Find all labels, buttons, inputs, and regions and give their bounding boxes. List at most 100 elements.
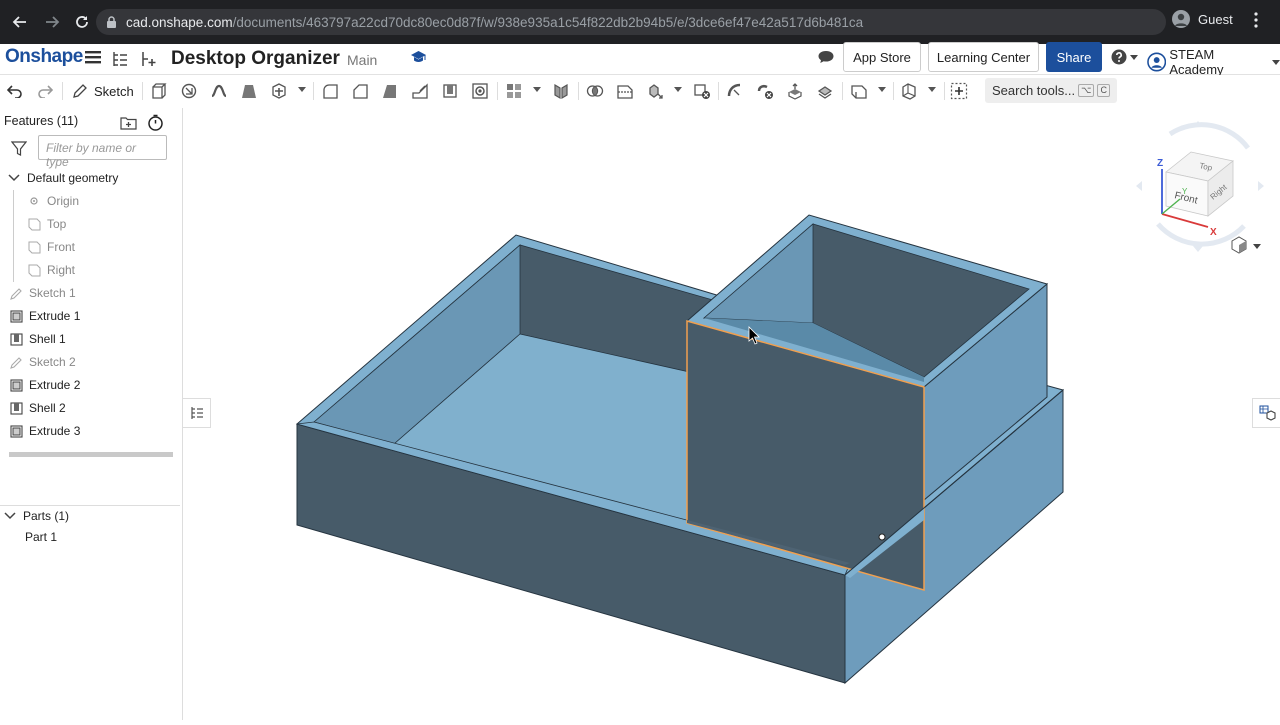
undo-icon[interactable] (5, 81, 25, 101)
feature-list-icon[interactable] (111, 50, 129, 73)
view-cube[interactable]: Top Front Right Z X Y (1136, 121, 1264, 252)
tree-label: Origin (47, 194, 80, 208)
draft-icon[interactable] (380, 81, 400, 101)
parts-folder[interactable]: Parts (1) (3, 509, 69, 523)
plane-icon[interactable] (849, 81, 869, 101)
tree-label: Extrude 2 (29, 378, 81, 392)
tree-label: Top (47, 217, 67, 231)
toolbar-divider (718, 82, 719, 100)
lock-icon (106, 15, 117, 29)
feature-right-plane[interactable]: Right (27, 263, 75, 277)
tree-label: Extrude 3 (29, 424, 81, 438)
comments-icon[interactable] (817, 49, 835, 70)
view-menu-icon[interactable] (1231, 236, 1261, 254)
extrude-icon[interactable] (149, 81, 169, 101)
move-face-icon[interactable] (785, 81, 805, 101)
feature-extrude-3[interactable]: Extrude 3 (9, 424, 80, 438)
workspace-branch[interactable]: Main (347, 52, 377, 68)
tree-label: Sketch 1 (29, 286, 76, 300)
chevron-down-icon[interactable] (674, 87, 682, 92)
chevron-down-icon (7, 171, 21, 185)
delete-part-icon[interactable] (692, 81, 712, 101)
default-geometry-folder[interactable]: Default geometry (7, 171, 118, 185)
rollback-bar[interactable] (9, 452, 173, 457)
tree-label: Default geometry (27, 171, 119, 185)
part-item[interactable]: Part 1 (25, 530, 57, 544)
extrude-icon (9, 309, 23, 323)
linear-pattern-icon[interactable] (504, 81, 524, 101)
browser-chrome: cad.onshape.com/documents/463797a22cd70d… (0, 0, 1280, 44)
feature-front-plane[interactable]: Front (27, 240, 75, 254)
pencil-icon (9, 355, 23, 369)
feature-origin[interactable]: Origin (27, 194, 79, 208)
feature-shell-1[interactable]: Shell 1 (9, 332, 66, 346)
sketch-button[interactable]: Sketch (66, 79, 140, 103)
filter-icon[interactable] (10, 141, 28, 161)
mirror-icon[interactable] (551, 81, 571, 101)
feature-extrude-2[interactable]: Extrude 2 (9, 378, 80, 392)
hole-icon[interactable] (470, 81, 490, 101)
toolbar-divider (578, 82, 579, 100)
toolbar-divider (497, 82, 498, 100)
extrude-icon (9, 378, 23, 392)
thicken-icon[interactable] (269, 81, 289, 101)
shell-icon[interactable] (440, 81, 460, 101)
browser-menu-icon[interactable] (1254, 12, 1258, 31)
add-folder-icon[interactable] (120, 115, 137, 135)
chevron-down-icon (1130, 54, 1138, 60)
vertex-point (878, 533, 886, 541)
filter-input[interactable]: Filter by name or type (38, 135, 167, 169)
feature-toolbar: Sketch Search tools... ⌥ C (0, 75, 1280, 108)
feature-shell-2[interactable]: Shell 2 (9, 401, 66, 415)
redo-icon[interactable] (35, 81, 55, 101)
document-title[interactable]: Desktop Organizer (171, 48, 340, 70)
chevron-down-icon[interactable] (928, 87, 936, 92)
rollback-timer-icon[interactable] (147, 114, 164, 136)
panel-divider (0, 505, 180, 506)
fillet-icon[interactable] (320, 81, 340, 101)
loft-icon[interactable] (239, 81, 259, 101)
chamfer-icon[interactable] (350, 81, 370, 101)
replace-face-icon[interactable] (815, 81, 835, 101)
app-store-button[interactable]: App Store (843, 42, 921, 72)
delete-face-icon[interactable] (755, 81, 775, 101)
address-bar[interactable]: cad.onshape.com/documents/463797a22cd70d… (96, 9, 1166, 35)
boolean-icon[interactable] (585, 81, 605, 101)
graphics-viewport[interactable]: Top Front Right Z X Y (184, 108, 1280, 720)
url-host: cad.onshape.com (126, 14, 233, 30)
back-icon[interactable] (6, 8, 34, 36)
account-name: STEAM Academy (1169, 47, 1224, 77)
profile-label: Guest (1198, 11, 1233, 27)
feature-sketch-2[interactable]: Sketch 2 (9, 355, 76, 369)
menu-icon[interactable] (85, 48, 101, 69)
split-icon[interactable] (615, 81, 635, 101)
feature-extrude-1[interactable]: Extrude 1 (9, 309, 80, 323)
onshape-logo[interactable]: Onshape (5, 46, 83, 68)
shell-icon (9, 332, 23, 346)
rib-icon[interactable] (410, 81, 430, 101)
account-menu[interactable]: STEAM Academy (1147, 47, 1280, 77)
feature-sketch-1[interactable]: Sketch 1 (9, 286, 76, 300)
graduation-cap-icon[interactable] (410, 50, 427, 70)
chevron-down-icon[interactable] (878, 87, 886, 92)
chevron-down-icon[interactable] (298, 87, 306, 92)
add-custom-feature-icon[interactable] (949, 81, 969, 101)
toolbar-divider (944, 82, 945, 100)
add-insert-icon[interactable] (139, 50, 157, 73)
help-menu[interactable] (1111, 49, 1138, 65)
user-icon (1147, 52, 1167, 72)
mate-connector-icon[interactable] (899, 81, 919, 101)
forward-icon[interactable] (38, 8, 66, 36)
feature-top-plane[interactable]: Top (27, 217, 66, 231)
sweep-icon[interactable] (209, 81, 229, 101)
learning-center-button[interactable]: Learning Center (928, 42, 1039, 72)
features-title: Features (11) (4, 114, 79, 128)
modify-fillet-icon[interactable] (725, 81, 745, 101)
search-tools-input[interactable]: Search tools... ⌥ C (985, 78, 1117, 103)
share-button[interactable]: Share (1046, 42, 1102, 72)
reload-icon[interactable] (68, 8, 96, 36)
chevron-down-icon[interactable] (533, 87, 541, 92)
transform-icon[interactable] (645, 81, 665, 101)
profile-button[interactable]: Guest (1172, 10, 1233, 28)
revolve-icon[interactable] (179, 81, 199, 101)
